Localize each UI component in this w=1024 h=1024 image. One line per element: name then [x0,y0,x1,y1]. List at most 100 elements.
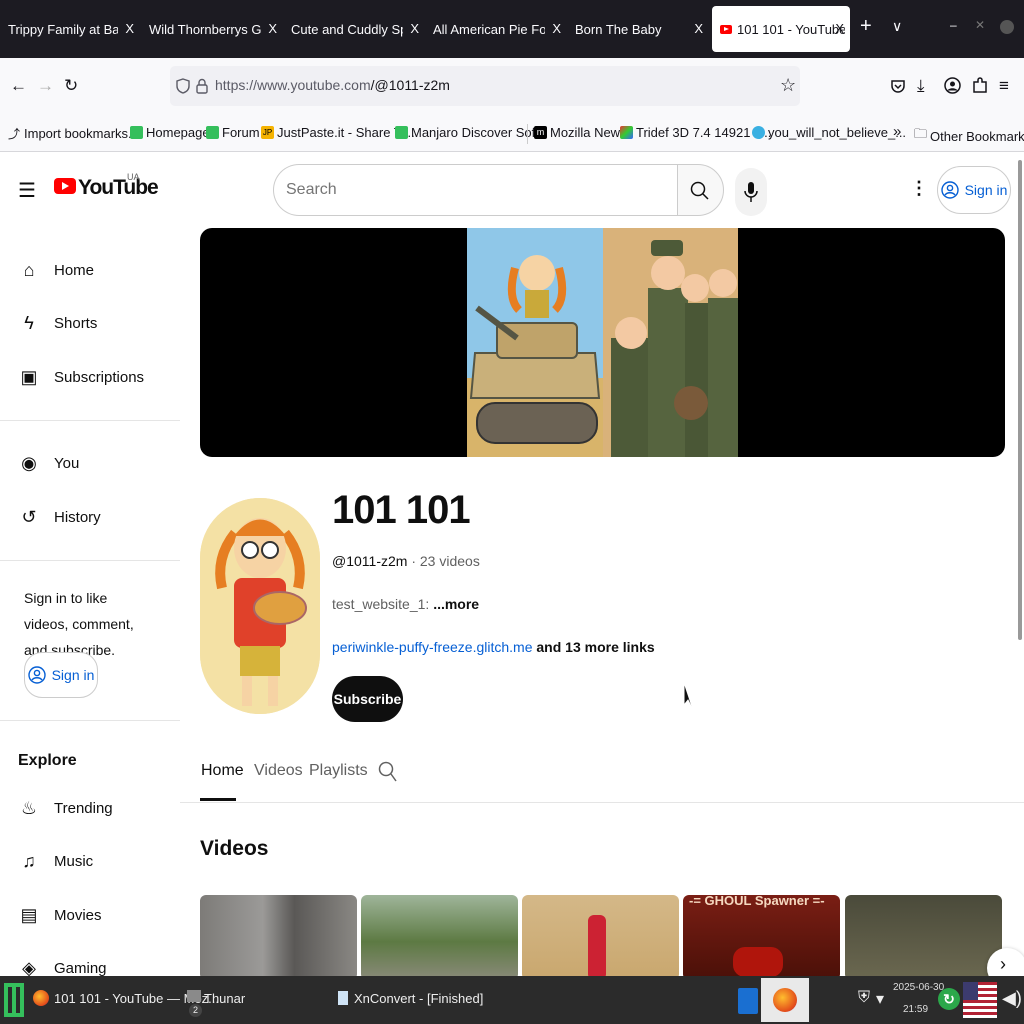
workspace-1-icon[interactable] [738,988,758,1014]
shorts-icon: ϟ [24,312,34,333]
download-icon[interactable]: ⤓ [917,76,925,96]
new-tab-button[interactable]: + [860,15,872,38]
close-tab-icon[interactable]: X [694,21,703,36]
clock-date[interactable]: 2025-06-30 [893,982,944,993]
channel-website-link[interactable]: periwinkle-puffy-freeze.glitch.me [332,639,533,655]
lock-icon[interactable] [196,78,208,94]
bookmark-tridef[interactable]: Tridef 3D 7.4 14921 x... [620,125,771,140]
channel-tab-home[interactable]: Home [201,762,244,780]
import-icon: ⤴ [8,127,21,141]
close-window-icon[interactable] [1000,20,1014,34]
channel-tab-videos[interactable]: Videos [254,762,303,780]
bookmark-you-will-not-believe[interactable]: you_will_not_believe_... [752,125,906,140]
extensions-icon[interactable] [972,77,988,94]
more-links-button[interactable]: and 13 more links [536,639,654,655]
video-thumbnail[interactable] [845,895,1002,976]
maximize-window-icon[interactable]: ✕ [975,18,985,32]
close-tab-icon[interactable]: X [552,21,561,36]
reload-icon[interactable]: ↻ [64,76,78,96]
bookmark-mozilla-news[interactable]: m Mozilla News [534,125,627,140]
browser-tab-0[interactable]: Trippy Family at BarbadosX [0,6,140,52]
folder-icon [187,990,201,1002]
bookmark-import[interactable]: ⤴ Import bookmarks... [8,125,139,142]
network-icon[interactable]: ▾ [876,989,884,1009]
active-tab-indicator [200,798,236,801]
sidebar-item-movies[interactable]: ▤ Movies [0,895,180,935]
list-tabs-button[interactable]: ∨ [892,18,902,35]
channel-tab-playlists[interactable]: Playlists [309,762,368,780]
browser-tab-4[interactable]: Born The Baby X [567,6,709,52]
close-tab-icon[interactable]: X [125,21,134,36]
bookmark-forum[interactable]: Forum [206,125,260,140]
hamburger-menu-icon[interactable]: ☰ [18,178,36,203]
account-icon[interactable] [944,77,961,94]
voice-search-button[interactable] [735,168,767,216]
sidebar-item-history[interactable]: ↺ History [0,497,180,537]
document-icon [338,991,348,1005]
other-bookmarks-folder[interactable]: 🗀 Other Bookmarks [914,125,1024,147]
sidebar-item-music[interactable]: ♫ Music [0,841,180,881]
bookmark-homepage[interactable]: Homepage [130,125,210,140]
search-button[interactable] [677,164,724,216]
channel-search-icon[interactable] [378,761,398,783]
address-bar[interactable]: https://www.youtube.com/@1011-z2m ☆ [170,66,800,106]
taskbar-thunar[interactable]: Thunar [204,991,245,1006]
more-description-link[interactable]: ...more [433,596,479,612]
browser-tab-3[interactable]: All American Pie FormalX [425,6,567,52]
youtube-logo-icon[interactable] [54,178,76,194]
explore-heading: Explore [18,752,77,769]
browser-tab-1[interactable]: Wild Thornberrys GlowingX [141,6,283,52]
sidebar-item-you[interactable]: ◉ You [0,443,180,483]
manjaro-menu-icon[interactable] [4,983,24,1017]
updates-shield-icon[interactable]: ⛨ [858,989,870,1007]
sidebar-sign-in-button[interactable]: Sign in [24,652,98,698]
bookmark-star-icon[interactable]: ☆ [780,75,796,96]
channel-handle: @1011-z2m [332,553,408,569]
video-thumbnail[interactable] [200,895,357,976]
bookmark-manjaro-discover[interactable]: Manjaro Discover Sof... [395,125,546,140]
minimize-window-icon[interactable]: – [950,18,957,32]
sidebar-item-trending[interactable]: ♨ Trending [0,788,180,828]
sidebar-item-shorts[interactable]: ϟ Shorts [0,303,180,343]
video-thumbnail[interactable] [361,895,518,976]
shield-icon[interactable] [176,78,190,94]
channel-description[interactable]: test_website_1: ...more [332,596,479,612]
browser-tab-2[interactable]: Cute and Cuddly SpetsnazX [283,6,425,52]
subscriptions-icon: ▣ [20,366,38,387]
channel-avatar[interactable] [200,498,320,714]
sidebar-item-home[interactable]: ⌂ Home [0,250,180,290]
workspace-2-preview[interactable] [761,978,809,1022]
url-text[interactable]: https://www.youtube.com/@1011-z2m [215,77,450,93]
settings-more-icon[interactable]: ⋮ [910,178,928,199]
menu-icon[interactable]: ≡ [999,76,1009,96]
masthead-sign-in-button[interactable]: Sign in [937,166,1011,214]
update-manager-icon[interactable]: ↻ [938,988,960,1010]
taskbar-xnconvert[interactable]: XnConvert - [Finished] [354,991,483,1006]
search-input[interactable] [286,178,666,202]
manjaro-icon [395,126,408,139]
video-thumbnail[interactable]: -= GHOUL Spawner =- [683,895,840,976]
us-flag-icon[interactable] [963,982,997,1018]
video-thumbnail[interactable] [522,895,679,976]
music-icon: ♫ [22,850,36,871]
tridef-icon [620,126,633,139]
sidebar-item-subscriptions[interactable]: ▣ Subscriptions [0,357,180,397]
user-circle-icon [940,181,959,199]
sidebar-item-gaming[interactable]: ◈ Gaming [0,948,180,977]
browser-tab-active[interactable]: 101 101 - YouTube X [712,6,850,52]
clock-time[interactable]: 21:59 [903,1004,928,1015]
close-tab-icon[interactable]: X [268,21,277,36]
tab-strip: Trippy Family at BarbadosX Wild Thornber… [0,0,1024,58]
close-tab-icon[interactable]: X [410,21,419,36]
back-arrow-icon[interactable]: ← [10,76,27,96]
pocket-icon[interactable] [890,78,906,94]
tabs-divider [180,802,1024,803]
more-bookmarks-button[interactable]: » [893,123,901,140]
page-scrollbar[interactable] [1018,160,1022,640]
subscribe-button[interactable]: Subscribe [332,676,403,722]
close-tab-icon[interactable]: X [835,21,844,36]
forward-arrow-icon[interactable]: → [37,76,54,96]
youtube-logo-text[interactable]: YouTube [78,176,159,200]
youtube-page: ☰ YouTube UA ⋮ Sign in ⌂Home ϟShorts ▣Su… [0,152,1024,976]
volume-icon[interactable]: ◀) [1002,988,1022,1009]
